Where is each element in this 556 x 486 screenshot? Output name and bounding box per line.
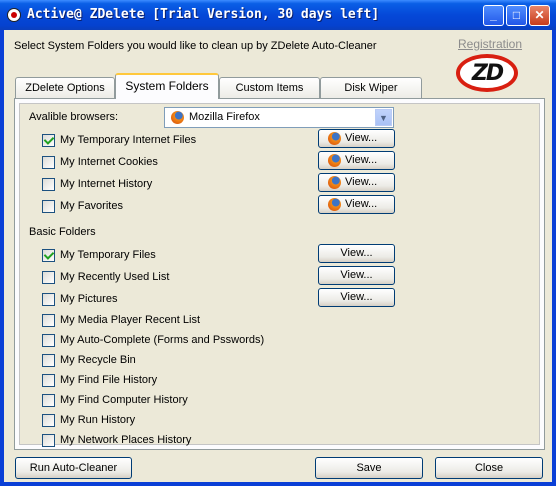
tab-custom-items[interactable]: Custom Items [219, 77, 320, 99]
label-temporary-internet-files: My Temporary Internet Files [60, 134, 197, 146]
checkbox-run-history[interactable] [42, 414, 55, 427]
tab-disk-wiper[interactable]: Disk Wiper [320, 77, 422, 99]
label-find-computer-history: My Find Computer History [60, 394, 188, 406]
minimize-button[interactable]: _ [483, 5, 504, 26]
label-auto-complete: My Auto-Complete (Forms and Psswords) [60, 334, 265, 346]
checkbox-find-file-history[interactable] [42, 374, 55, 387]
maximize-button[interactable]: □ [506, 5, 527, 26]
run-auto-cleaner-button[interactable]: Run Auto-Cleaner [15, 457, 132, 479]
checkbox-find-computer-history[interactable] [42, 394, 55, 407]
folders-group: Avalible browsers: Mozilla Firefox ▼ My … [19, 103, 540, 447]
checkbox-internet-history[interactable] [42, 178, 55, 191]
checkbox-network-places-history[interactable] [42, 434, 55, 447]
label-media-player-recent-list: My Media Player Recent List [60, 314, 200, 326]
label-network-places-history: My Network Places History [60, 434, 192, 446]
checkbox-media-player-recent-list[interactable] [42, 314, 55, 327]
title-bar[interactable]: Active@ ZDelete [Trial Version, 30 days … [0, 0, 556, 30]
tab-zdelete-options[interactable]: ZDelete Options [15, 77, 115, 99]
label-temporary-files: My Temporary Files [60, 249, 156, 261]
checkbox-recently-used-list[interactable] [42, 271, 55, 284]
close-icon: ✕ [534, 8, 545, 22]
label-internet-cookies: My Internet Cookies [60, 156, 158, 168]
dialog-body: Select System Folders you would like to … [4, 30, 552, 482]
close-window-button[interactable]: ✕ [529, 5, 550, 26]
instruction-text: Select System Folders you would like to … [14, 40, 377, 52]
checkbox-temporary-files[interactable] [42, 249, 55, 262]
label-run-history: My Run History [60, 414, 136, 426]
firefox-icon [328, 198, 341, 211]
tab-system-folders[interactable]: System Folders [115, 73, 219, 99]
label-pictures: My Pictures [60, 293, 118, 305]
view-recently-used-list-button[interactable]: View... [318, 266, 395, 285]
checkbox-temporary-internet-files[interactable] [42, 134, 55, 147]
browser-select[interactable]: Mozilla Firefox ▼ [164, 107, 394, 128]
basic-folders-heading: Basic Folders [29, 226, 96, 238]
firefox-icon [171, 111, 184, 124]
view-internet-history-button[interactable]: View... [318, 173, 395, 192]
view-temporary-internet-files-button[interactable]: View... [318, 129, 395, 148]
checkbox-pictures[interactable] [42, 293, 55, 306]
label-favorites: My Favorites [60, 200, 123, 212]
close-button[interactable]: Close [435, 457, 543, 479]
checkbox-internet-cookies[interactable] [42, 156, 55, 169]
app-logo-icon[interactable] [7, 8, 21, 22]
label-recycle-bin: My Recycle Bin [60, 354, 136, 366]
system-folders-panel: Avalible browsers: Mozilla Firefox ▼ My … [14, 98, 545, 450]
browsers-label: Avalible browsers: [29, 111, 119, 123]
firefox-icon [328, 132, 341, 145]
label-recently-used-list: My Recently Used List [60, 271, 170, 283]
firefox-icon [328, 176, 341, 189]
firefox-icon [328, 154, 341, 167]
view-temporary-files-button[interactable]: View... [318, 244, 395, 263]
checkbox-favorites[interactable] [42, 200, 55, 213]
window-title: Active@ ZDelete [Trial Version, 30 days … [27, 7, 380, 22]
view-internet-cookies-button[interactable]: View... [318, 151, 395, 170]
registration-link[interactable]: Registration [458, 37, 522, 51]
view-favorites-button[interactable]: View... [318, 195, 395, 214]
minimize-icon: _ [490, 8, 497, 22]
chevron-down-icon[interactable]: ▼ [375, 109, 392, 126]
save-button[interactable]: Save [315, 457, 423, 479]
label-find-file-history: My Find File History [60, 374, 158, 386]
logo-text: ZD [471, 61, 504, 86]
label-internet-history: My Internet History [60, 178, 153, 190]
view-pictures-button[interactable]: View... [318, 288, 395, 307]
app-window: Active@ ZDelete [Trial Version, 30 days … [0, 0, 556, 486]
browser-select-value: Mozilla Firefox [189, 111, 260, 123]
zdelete-logo: ZD [456, 54, 518, 92]
checkbox-auto-complete[interactable] [42, 334, 55, 347]
checkbox-recycle-bin[interactable] [42, 354, 55, 367]
maximize-icon: □ [512, 8, 521, 22]
